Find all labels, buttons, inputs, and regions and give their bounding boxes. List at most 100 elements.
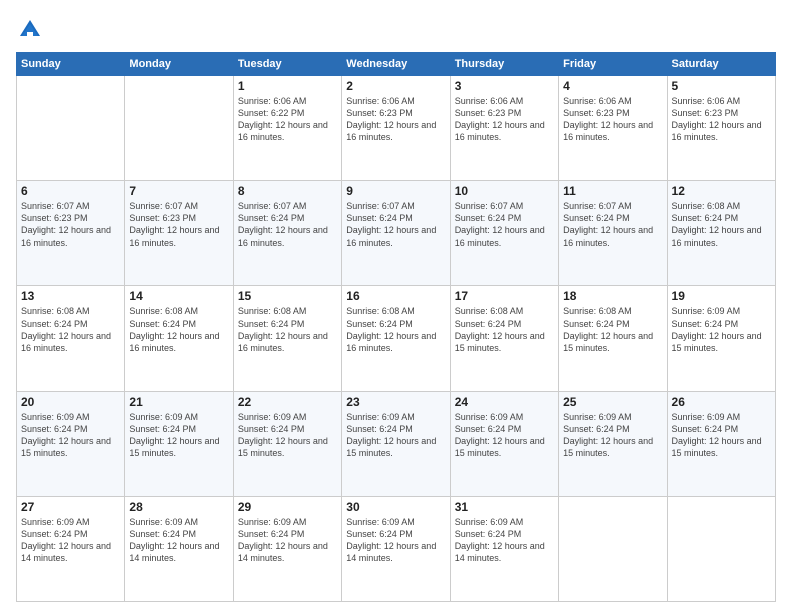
calendar-day-cell: 26 Sunrise: 6:09 AM Sunset: 6:24 PM Dayli…: [667, 391, 775, 496]
day-number: 6: [21, 184, 120, 198]
calendar-day-cell: 22 Sunrise: 6:09 AM Sunset: 6:24 PM Dayli…: [233, 391, 341, 496]
day-number: 27: [21, 500, 120, 514]
day-number: 5: [672, 79, 771, 93]
calendar-day-cell: [17, 76, 125, 181]
calendar-day-cell: [667, 496, 775, 601]
day-number: 23: [346, 395, 445, 409]
day-number: 10: [455, 184, 554, 198]
day-info: Sunrise: 6:08 AM Sunset: 6:24 PM Dayligh…: [129, 305, 228, 354]
day-number: 24: [455, 395, 554, 409]
calendar-week-row: 1 Sunrise: 6:06 AM Sunset: 6:22 PM Daylig…: [17, 76, 776, 181]
calendar-day-cell: 30 Sunrise: 6:09 AM Sunset: 6:24 PM Dayli…: [342, 496, 450, 601]
calendar-day-cell: 23 Sunrise: 6:09 AM Sunset: 6:24 PM Dayli…: [342, 391, 450, 496]
calendar-day-cell: [559, 496, 667, 601]
calendar-day-cell: 25 Sunrise: 6:09 AM Sunset: 6:24 PM Dayli…: [559, 391, 667, 496]
day-info: Sunrise: 6:09 AM Sunset: 6:24 PM Dayligh…: [238, 411, 337, 460]
day-info: Sunrise: 6:09 AM Sunset: 6:24 PM Dayligh…: [129, 516, 228, 565]
day-info: Sunrise: 6:08 AM Sunset: 6:24 PM Dayligh…: [672, 200, 771, 249]
day-of-week-header: Sunday: [17, 53, 125, 76]
day-number: 14: [129, 289, 228, 303]
day-info: Sunrise: 6:06 AM Sunset: 6:22 PM Dayligh…: [238, 95, 337, 144]
day-info: Sunrise: 6:09 AM Sunset: 6:24 PM Dayligh…: [21, 516, 120, 565]
day-info: Sunrise: 6:08 AM Sunset: 6:24 PM Dayligh…: [563, 305, 662, 354]
day-number: 3: [455, 79, 554, 93]
day-info: Sunrise: 6:07 AM Sunset: 6:24 PM Dayligh…: [455, 200, 554, 249]
header: [16, 16, 776, 44]
day-number: 12: [672, 184, 771, 198]
calendar-week-row: 27 Sunrise: 6:09 AM Sunset: 6:24 PM Dayli…: [17, 496, 776, 601]
day-info: Sunrise: 6:07 AM Sunset: 6:24 PM Dayligh…: [346, 200, 445, 249]
day-info: Sunrise: 6:07 AM Sunset: 6:23 PM Dayligh…: [21, 200, 120, 249]
day-number: 9: [346, 184, 445, 198]
day-number: 17: [455, 289, 554, 303]
day-number: 13: [21, 289, 120, 303]
day-info: Sunrise: 6:09 AM Sunset: 6:24 PM Dayligh…: [455, 411, 554, 460]
calendar-day-cell: 3 Sunrise: 6:06 AM Sunset: 6:23 PM Daylig…: [450, 76, 558, 181]
calendar-day-cell: 27 Sunrise: 6:09 AM Sunset: 6:24 PM Dayli…: [17, 496, 125, 601]
calendar-day-cell: 15 Sunrise: 6:08 AM Sunset: 6:24 PM Dayli…: [233, 286, 341, 391]
day-info: Sunrise: 6:09 AM Sunset: 6:24 PM Dayligh…: [563, 411, 662, 460]
day-number: 15: [238, 289, 337, 303]
day-info: Sunrise: 6:07 AM Sunset: 6:24 PM Dayligh…: [238, 200, 337, 249]
calendar-day-cell: 8 Sunrise: 6:07 AM Sunset: 6:24 PM Daylig…: [233, 181, 341, 286]
day-number: 18: [563, 289, 662, 303]
day-number: 8: [238, 184, 337, 198]
day-info: Sunrise: 6:09 AM Sunset: 6:24 PM Dayligh…: [21, 411, 120, 460]
day-number: 29: [238, 500, 337, 514]
day-number: 22: [238, 395, 337, 409]
calendar-day-cell: 20 Sunrise: 6:09 AM Sunset: 6:24 PM Dayli…: [17, 391, 125, 496]
day-of-week-header: Tuesday: [233, 53, 341, 76]
day-of-week-header: Saturday: [667, 53, 775, 76]
calendar-week-row: 13 Sunrise: 6:08 AM Sunset: 6:24 PM Dayli…: [17, 286, 776, 391]
calendar-day-cell: 18 Sunrise: 6:08 AM Sunset: 6:24 PM Dayli…: [559, 286, 667, 391]
calendar-day-cell: 5 Sunrise: 6:06 AM Sunset: 6:23 PM Daylig…: [667, 76, 775, 181]
day-number: 1: [238, 79, 337, 93]
day-number: 25: [563, 395, 662, 409]
day-info: Sunrise: 6:08 AM Sunset: 6:24 PM Dayligh…: [238, 305, 337, 354]
day-number: 28: [129, 500, 228, 514]
calendar-day-cell: 29 Sunrise: 6:09 AM Sunset: 6:24 PM Dayli…: [233, 496, 341, 601]
day-number: 21: [129, 395, 228, 409]
calendar-day-cell: 9 Sunrise: 6:07 AM Sunset: 6:24 PM Daylig…: [342, 181, 450, 286]
day-of-week-header: Wednesday: [342, 53, 450, 76]
logo-icon: [16, 16, 44, 44]
day-info: Sunrise: 6:06 AM Sunset: 6:23 PM Dayligh…: [455, 95, 554, 144]
day-info: Sunrise: 6:09 AM Sunset: 6:24 PM Dayligh…: [238, 516, 337, 565]
calendar-day-cell: 4Sunrise: 6:06 AM Sunset: 6:23 PM Daylig…: [559, 76, 667, 181]
logo: [16, 16, 48, 44]
calendar-day-cell: 17 Sunrise: 6:08 AM Sunset: 6:24 PM Dayli…: [450, 286, 558, 391]
day-number: 7: [129, 184, 228, 198]
day-info: Sunrise: 6:08 AM Sunset: 6:24 PM Dayligh…: [455, 305, 554, 354]
calendar-table: SundayMondayTuesdayWednesdayThursdayFrid…: [16, 52, 776, 602]
calendar-day-cell: 11Sunrise: 6:07 AM Sunset: 6:24 PM Dayli…: [559, 181, 667, 286]
day-info: Sunrise: 6:07 AM Sunset: 6:24 PM Dayligh…: [563, 200, 662, 249]
calendar-day-cell: 31Sunrise: 6:09 AM Sunset: 6:24 PM Dayli…: [450, 496, 558, 601]
calendar-day-cell: 6 Sunrise: 6:07 AM Sunset: 6:23 PM Daylig…: [17, 181, 125, 286]
day-info: Sunrise: 6:08 AM Sunset: 6:24 PM Dayligh…: [21, 305, 120, 354]
day-info: Sunrise: 6:09 AM Sunset: 6:24 PM Dayligh…: [672, 411, 771, 460]
calendar-day-cell: [125, 76, 233, 181]
day-of-week-header: Friday: [559, 53, 667, 76]
calendar-day-cell: 1 Sunrise: 6:06 AM Sunset: 6:22 PM Daylig…: [233, 76, 341, 181]
day-number: 26: [672, 395, 771, 409]
calendar-day-cell: 13 Sunrise: 6:08 AM Sunset: 6:24 PM Dayli…: [17, 286, 125, 391]
day-number: 4: [563, 79, 662, 93]
day-number: 30: [346, 500, 445, 514]
calendar-day-cell: 10 Sunrise: 6:07 AM Sunset: 6:24 PM Dayli…: [450, 181, 558, 286]
day-number: 16: [346, 289, 445, 303]
calendar-day-cell: 16 Sunrise: 6:08 AM Sunset: 6:24 PM Dayli…: [342, 286, 450, 391]
day-number: 19: [672, 289, 771, 303]
calendar-day-cell: 2 Sunrise: 6:06 AM Sunset: 6:23 PM Daylig…: [342, 76, 450, 181]
calendar-week-row: 6 Sunrise: 6:07 AM Sunset: 6:23 PM Daylig…: [17, 181, 776, 286]
day-info: Sunrise: 6:09 AM Sunset: 6:24 PM Dayligh…: [346, 516, 445, 565]
day-info: Sunrise: 6:08 AM Sunset: 6:24 PM Dayligh…: [346, 305, 445, 354]
day-info: Sunrise: 6:06 AM Sunset: 6:23 PM Dayligh…: [346, 95, 445, 144]
day-info: Sunrise: 6:09 AM Sunset: 6:24 PM Dayligh…: [672, 305, 771, 354]
day-info: Sunrise: 6:09 AM Sunset: 6:24 PM Dayligh…: [346, 411, 445, 460]
day-number: 20: [21, 395, 120, 409]
calendar-header-row: SundayMondayTuesdayWednesdayThursdayFrid…: [17, 53, 776, 76]
calendar-day-cell: 12 Sunrise: 6:08 AM Sunset: 6:24 PM Dayli…: [667, 181, 775, 286]
day-info: Sunrise: 6:06 AM Sunset: 6:23 PM Dayligh…: [672, 95, 771, 144]
day-number: 2: [346, 79, 445, 93]
calendar-day-cell: 21Sunrise: 6:09 AM Sunset: 6:24 PM Dayli…: [125, 391, 233, 496]
